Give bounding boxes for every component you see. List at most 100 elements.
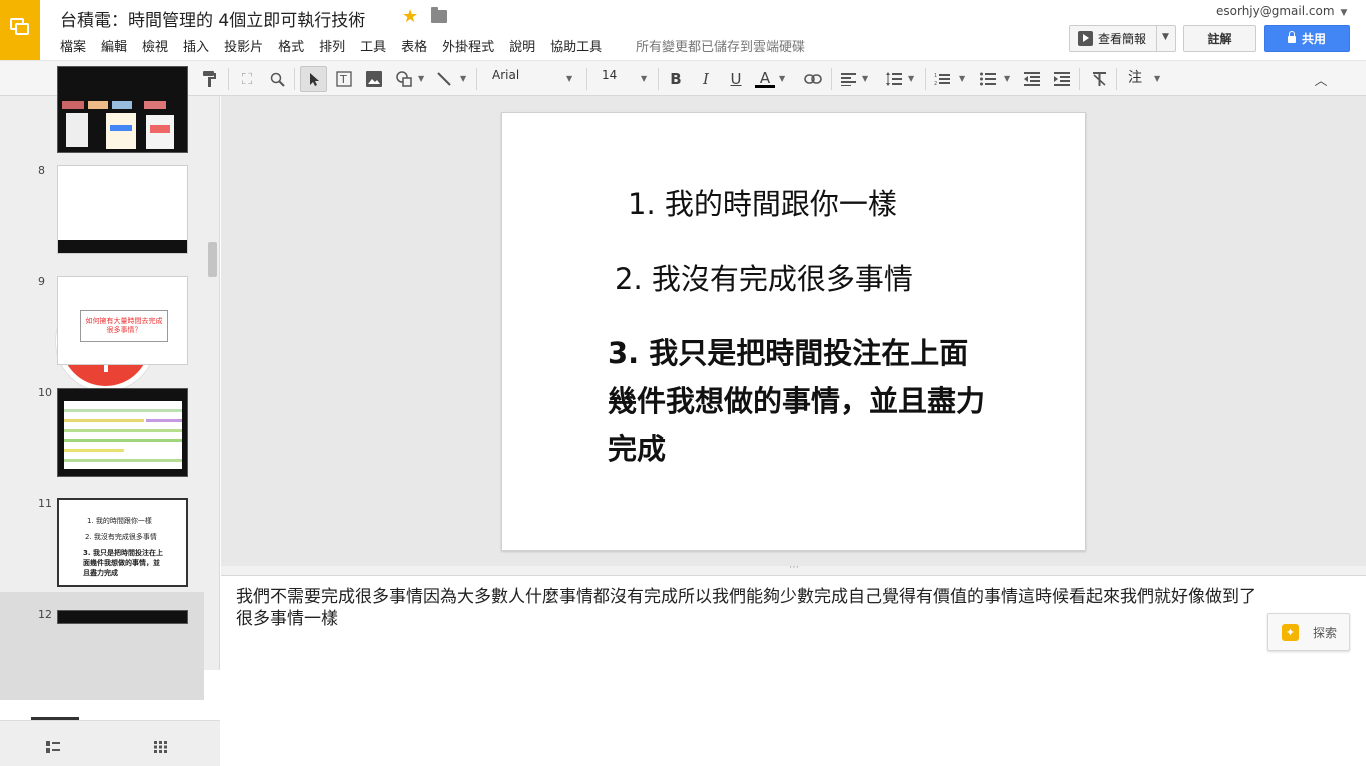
filmstrip-scrollbar[interactable] [208,242,217,277]
present-label: 查看簡報 [1098,32,1147,46]
svg-text:1: 1 [934,73,937,79]
menu-tools[interactable]: 工具 [360,36,386,55]
fit-icon[interactable]: ⛶ [235,66,259,92]
text-color-dropdown-icon[interactable]: ▼ [779,74,785,83]
link-icon[interactable] [800,66,826,92]
thumbnail-slide-7[interactable] [57,66,188,153]
menu-view[interactable]: 檢視 [142,36,168,55]
thumbnail-9-text: 如何擁有大量時間去完成很多事情？ [80,310,168,342]
slide-point-3[interactable]: 3. 我只是把時間投注在上面幾件我想做的事情，並且盡力完成 [608,329,988,473]
comment-tool[interactable]: 注 [1128,67,1142,87]
svg-text:2: 2 [934,81,937,86]
underline-icon[interactable]: U [724,66,748,92]
comment-tool-dropdown-icon[interactable]: ▼ [1154,74,1160,83]
menu-table[interactable]: 表格 [401,36,427,55]
save-status[interactable]: 所有變更都已儲存到雲端硬碟 [636,36,805,55]
slide-number-11: 11 [38,497,52,510]
bold-icon[interactable]: B [664,66,688,92]
speaker-notes-text[interactable]: 我們不需要完成很多事情因為大多數人什麼事情都沒有完成所以我們能夠少數完成自己覺得… [236,586,1256,630]
share-label: 共用 [1301,32,1326,46]
app-header: 台積電：時間管理的 4個立即可執行技術 ★ 檔案 編輯 檢視 插入 投影片 格式… [0,0,1366,60]
slide-point-2[interactable]: 2. 我沒有完成很多事情 [615,256,913,298]
account-email: esorhjy@gmail.com [1216,4,1335,18]
menu-bar: 檔案 編輯 檢視 插入 投影片 格式 排列 工具 表格 外掛程式 說明 協助工具 [60,36,617,55]
menu-addons[interactable]: 外掛程式 [442,36,494,55]
shape-icon[interactable] [392,66,416,92]
thumbnail-slide-12[interactable] [57,610,188,624]
slide-canvas[interactable]: 1. 我的時間跟你一樣 2. 我沒有完成很多事情 3. 我只是把時間投注在上面幾… [221,96,1366,568]
menu-file[interactable]: 檔案 [60,36,86,55]
image-icon[interactable] [362,66,386,92]
line-dropdown-icon[interactable]: ▼ [460,74,466,83]
present-dropdown-icon[interactable]: ▼ [1162,32,1169,42]
line-icon[interactable] [432,66,456,92]
zoom-icon[interactable] [265,66,289,92]
account-menu[interactable]: esorhjy@gmail.com ▼ [1216,4,1347,18]
speaker-notes[interactable]: 我們不需要完成很多事情因為大多數人什麼事情都沒有完成所以我們能夠少數完成自己覺得… [221,577,1366,670]
thumbnail-slide-10[interactable] [57,388,188,477]
slide-point-1[interactable]: 1. 我的時間跟你一樣 [628,181,897,223]
slide-number-8: 8 [38,164,45,177]
menu-format[interactable]: 格式 [278,36,304,55]
thumbnail-11-line1: 1. 我的時間跟你一樣 [87,517,152,525]
select-tool-icon[interactable] [300,66,327,92]
document-title[interactable]: 台積電：時間管理的 4個立即可執行技術 [60,6,365,31]
comments-button[interactable]: 註解 [1183,25,1256,52]
filmstrip-footer [0,717,220,766]
share-button[interactable]: 共用 [1264,25,1350,52]
thumbnail-11-line2: 2. 我沒有完成很多事情 [85,533,157,541]
text-color-icon[interactable]: A [752,66,778,92]
menu-accessibility[interactable]: 協助工具 [550,36,602,55]
present-button[interactable]: 查看簡報 ▼ [1069,25,1176,52]
slides-logo-icon[interactable] [0,0,40,60]
collapse-toolbar-icon[interactable]: ︿ [1310,66,1332,92]
menu-help[interactable]: 說明 [509,36,535,55]
notes-resize-handle[interactable]: ⋯ [221,562,1366,576]
numbered-list-icon[interactable]: 12 [930,66,954,92]
decrease-indent-icon[interactable] [1020,66,1044,92]
font-family-select[interactable]: Arial [492,68,519,82]
numbered-list-dropdown-icon[interactable]: ▼ [959,74,965,83]
lock-icon [1287,31,1296,43]
shape-dropdown-icon[interactable]: ▼ [418,74,424,83]
menu-edit[interactable]: 編輯 [101,36,127,55]
play-icon [1078,31,1093,46]
bulleted-list-dropdown-icon[interactable]: ▼ [1004,74,1010,83]
clear-formatting-icon[interactable] [1087,66,1111,92]
paint-format-icon[interactable] [198,66,222,92]
bulleted-list-icon[interactable] [976,66,1000,92]
caret-down-icon: ▼ [1340,8,1348,18]
list-view-icon[interactable] [46,738,60,757]
folder-icon[interactable] [431,7,447,23]
slide-number-10: 10 [38,386,52,399]
svg-text:T: T [339,73,347,86]
toolbar: + ▼ ↶ ↷ ⛶ T ▼ ▼ Arial ▼ 14 ▼ B I U A ▼ ▼ [0,60,1366,96]
menu-insert[interactable]: 插入 [183,36,209,55]
line-spacing-icon[interactable] [882,66,906,92]
line-spacing-dropdown-icon[interactable]: ▼ [908,74,914,83]
thumbnail-slide-11[interactable]: 1. 我的時間跟你一樣 2. 我沒有完成很多事情 3. 我只是把時間投注在上面幾… [57,498,188,587]
slide-number-12: 12 [38,608,52,621]
current-slide[interactable]: 1. 我的時間跟你一樣 2. 我沒有完成很多事情 3. 我只是把時間投注在上面幾… [501,112,1086,551]
active-slide-highlight [0,592,204,700]
thumbnail-slide-8[interactable] [57,165,188,254]
increase-indent-icon[interactable] [1050,66,1074,92]
thumbnail-11-line3: 3. 我只是把時間投注在上面幾件我想做的事情，並且盡力完成 [83,549,163,577]
align-icon[interactable] [836,66,860,92]
explore-label: 探索 [1313,625,1338,640]
font-family-dropdown-icon[interactable]: ▼ [566,74,572,83]
font-size-select[interactable]: 14 [602,68,617,82]
align-dropdown-icon[interactable]: ▼ [862,74,868,83]
menu-slide[interactable]: 投影片 [224,36,263,55]
font-size-dropdown-icon[interactable]: ▼ [641,74,647,83]
italic-icon[interactable]: I [694,66,718,92]
slide-number-9: 9 [38,275,45,288]
thumbnail-slide-9[interactable]: 如何擁有大量時間去完成很多事情？ [57,276,188,365]
text-box-icon[interactable]: T [332,66,356,92]
grid-view-icon[interactable] [154,738,168,757]
explore-button[interactable]: ✦ 探索 [1267,613,1350,651]
explore-icon: ✦ [1282,623,1299,641]
slide-filmstrip[interactable]: 8 9 如何擁有大量時間去完成很多事情？ 10 11 1. 我的時間跟你一樣 2… [0,66,220,766]
menu-arrange[interactable]: 排列 [319,36,345,55]
star-icon[interactable]: ★ [402,6,418,27]
